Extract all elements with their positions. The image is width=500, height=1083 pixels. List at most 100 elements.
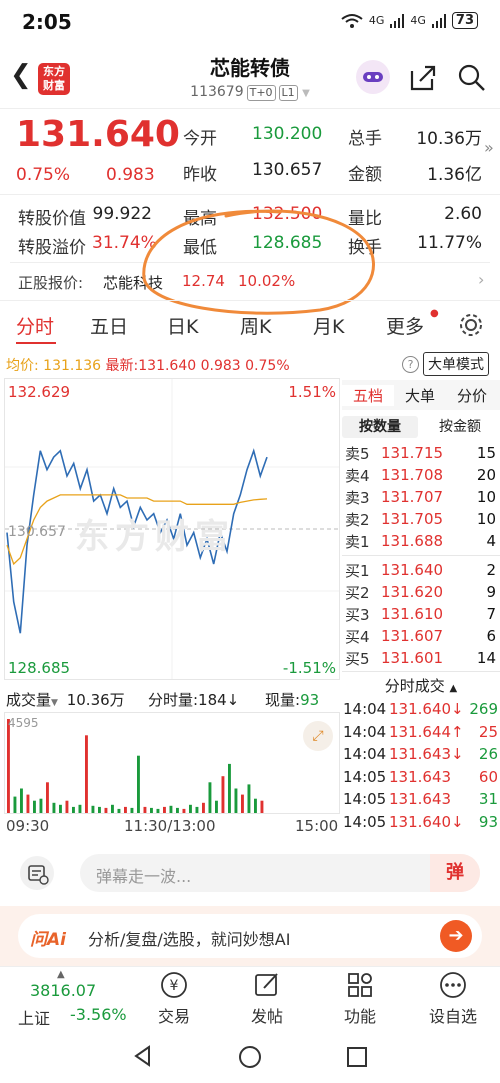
trade-list: 14:04 131.640↓ 269 14:04 131.644↑ 25 14:04 131.…	[342, 698, 500, 833]
nav-add-favorite[interactable]: 设自选	[419, 971, 487, 1027]
danmu-placeholder: 弹幕走一波...	[96, 867, 192, 886]
ask-level-qty: 10	[476, 510, 496, 528]
battery-level: 73	[451, 12, 478, 29]
order-book-tabs: 五档 大单 分价	[342, 380, 500, 410]
nav-post[interactable]: 发帖	[233, 971, 301, 1027]
volume-bar	[137, 755, 140, 813]
home-circle-icon[interactable]	[238, 1045, 262, 1069]
bid-level-row[interactable]: 买3 131.610 7	[342, 603, 500, 625]
search-icon[interactable]	[457, 63, 487, 93]
bid-level-row[interactable]: 买4 131.607 6	[342, 625, 500, 647]
settings-icon[interactable]	[458, 312, 484, 338]
danmu-toggle-button[interactable]: 弹	[430, 854, 480, 892]
tabs-top-divider	[0, 300, 500, 301]
index-pct: -3.56%	[70, 1005, 127, 1024]
share-icon[interactable]	[408, 63, 438, 93]
ask-level-row[interactable]: 卖2 131.705 10	[342, 508, 500, 530]
nav-trade[interactable]: ¥ 交易	[140, 971, 208, 1027]
ask-level-label: 卖3	[345, 488, 370, 507]
x-start-label: 09:30	[6, 817, 50, 835]
tab-weekly-k[interactable]: 周K	[240, 312, 271, 339]
volume-max-label: 4595	[8, 716, 39, 730]
volume-dropdown-icon[interactable]: ▼	[51, 698, 58, 708]
help-icon[interactable]: ?	[402, 356, 419, 373]
current-volume: 93	[300, 691, 320, 709]
stock-quote-label: 正股报价:	[18, 274, 84, 292]
ask-level-label: 卖1	[345, 532, 370, 551]
signal-icon	[390, 13, 405, 28]
volume-bar	[13, 796, 17, 813]
trade-price: 131.643↓	[389, 745, 464, 764]
latest-pct: 0.75%	[245, 358, 290, 374]
grid-icon	[348, 973, 372, 997]
volume-label[interactable]: 成交量	[6, 691, 51, 709]
by-amount-tab[interactable]: 按金额	[422, 416, 498, 438]
trade-time: 14:04	[343, 745, 387, 764]
trade-row: 14:04 131.640↓ 269	[342, 698, 500, 721]
ask-level-label: 卖4	[345, 466, 370, 485]
bid-level-row[interactable]: 买5 131.601 14	[342, 647, 500, 669]
tab-more[interactable]: 更多	[386, 312, 424, 339]
intraday-chart[interactable]: 东方财富 132.629 1.51% 130.657 128.685 -1.51…	[4, 378, 340, 680]
order-book-subtabs: 按数量 按金额	[342, 414, 500, 440]
trade-row: 14:05 131.643 60	[342, 766, 500, 789]
ask-level-price: 131.688	[381, 532, 444, 550]
chevron-right-icon[interactable]: ›	[478, 270, 484, 289]
tab-minute[interactable]: 分时	[16, 312, 54, 339]
bid-level-price: 131.601	[381, 649, 444, 667]
danmu-input[interactable]: 弹幕走一波... 弹	[80, 854, 480, 892]
bid-level-qty: 7	[486, 605, 496, 623]
nav-functions[interactable]: 功能	[326, 971, 394, 1027]
volume-bar	[169, 805, 173, 813]
bid-level-price: 131.640	[381, 561, 444, 579]
fullscreen-icon[interactable]: ⤢	[303, 721, 333, 751]
pct-high-label: 1.51%	[288, 383, 336, 401]
trade-time: 14:04	[343, 722, 387, 741]
bid-level-price: 131.607	[381, 627, 444, 645]
current-volume-row: 现量:93	[265, 689, 319, 710]
y-low-label: 128.685	[8, 659, 71, 677]
trades-title-row[interactable]: 分时成交 ▲	[342, 674, 500, 698]
volume-bar	[176, 807, 179, 813]
tab-monthly-k[interactable]: 月K	[313, 312, 344, 339]
ai-prompt-text: 分析/复盘/选股，就问妙想AI	[88, 930, 291, 949]
tab-five-day[interactable]: 五日	[90, 312, 128, 339]
volume-header: 成交量▼ 10.36万	[6, 689, 125, 710]
ask-level-row[interactable]: 卖5 131.715 15	[342, 442, 500, 464]
ask-level-row[interactable]: 卖1 131.688 4	[342, 530, 500, 552]
more-dot-icon: ●	[430, 308, 439, 319]
tab-big-orders[interactable]: 大单	[394, 385, 446, 406]
volume-bar	[260, 800, 264, 813]
recent-apps-icon[interactable]	[346, 1046, 368, 1068]
danmu-settings-icon[interactable]	[20, 856, 54, 890]
latest-value: 131.640	[138, 358, 197, 374]
tab-daily-k[interactable]: 日K	[167, 312, 198, 339]
ask-level-row[interactable]: 卖3 131.707 10	[342, 486, 500, 508]
by-quantity-tab[interactable]: 按数量	[342, 416, 418, 438]
chart-info-row: 均价: 131.136 最新:131.640 0.983 0.75%	[6, 355, 290, 375]
y-high-label: 132.629	[8, 383, 71, 401]
trade-icon: ¥	[161, 972, 187, 998]
ai-logo: 问Ai	[30, 930, 66, 950]
back-triangle-icon[interactable]	[132, 1045, 154, 1067]
bid-level-row[interactable]: 买1 131.640 2	[342, 559, 500, 581]
volume-bar	[33, 800, 36, 813]
tab-five-level[interactable]: 五档	[342, 384, 394, 406]
volume-total: 10.36万	[66, 691, 125, 709]
ask-level-row[interactable]: 卖4 131.708 20	[342, 464, 500, 486]
big-order-mode-button[interactable]: 大单模式	[423, 352, 489, 376]
bid-level-row[interactable]: 买2 131.620 9	[342, 581, 500, 603]
trade-price: 131.643	[389, 767, 452, 786]
bid-level-label: 买1	[345, 561, 370, 580]
volume-chart[interactable]: 4595 ⤢	[4, 712, 340, 814]
system-nav-bar	[0, 1030, 500, 1083]
index-widget[interactable]: ▲ 3816.07 上证 -3.56%	[10, 969, 127, 1028]
dropdown-icon[interactable]: ▼	[302, 88, 310, 99]
ai-submit-arrow-icon[interactable]: ➔	[440, 920, 472, 952]
tag-l1: L1	[278, 85, 298, 101]
volume-bar	[241, 794, 244, 813]
ai-input[interactable]: 问Ai 分析/复盘/选股，就问妙想AI ➔	[18, 914, 482, 958]
expand-icon[interactable]: »	[484, 138, 494, 157]
assistant-avatar-icon[interactable]	[356, 60, 390, 94]
tab-price-dist[interactable]: 分价	[446, 385, 498, 406]
